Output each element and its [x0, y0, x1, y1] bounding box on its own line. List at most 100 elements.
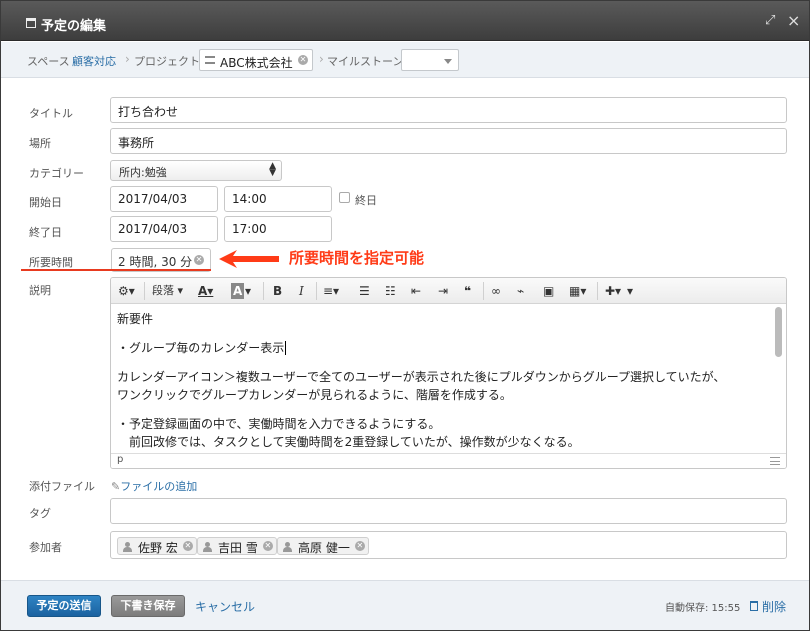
blockquote-icon[interactable]: ❝: [464, 283, 471, 299]
breadcrumb: スペース 顧客対応 › プロジェクト ABC株式会社 ✕ › マイルストーン: [1, 42, 809, 78]
numbered-list-icon[interactable]: ☷: [385, 283, 396, 299]
content-line: 前回改修では、タスクとして実働時間を2重登録していたが、操作数が少なくなる。: [117, 435, 580, 449]
editor-statusbar: p: [111, 453, 786, 468]
link-icon[interactable]: ∞: [491, 283, 501, 299]
project-value: ABC株式会社: [220, 56, 293, 70]
editor-content[interactable]: 新要件 ・グループ毎のカレンダー表示 カレンダーアイコン＞複数ユーザーで全てのユ…: [117, 310, 767, 462]
content-line: カレンダーアイコン＞複数ユーザーで全てのユーザーが表示された後にプルダウンからグ…: [117, 370, 726, 384]
more-dropdown-icon[interactable]: ▾: [627, 283, 633, 299]
title-field[interactable]: 打ち合わせ: [110, 97, 787, 123]
content-line: 新要件: [117, 312, 154, 326]
italic-icon[interactable]: I: [299, 283, 304, 299]
submit-event-button[interactable]: 予定の送信: [27, 595, 101, 617]
toolbar-divider: [263, 282, 264, 300]
category-value: 所内:勉強: [119, 166, 167, 179]
project-select[interactable]: ABC株式会社 ✕: [199, 49, 313, 71]
remove-participant-icon[interactable]: ✕: [262, 541, 273, 551]
dialog-titlebar: 予定の編集 ⤢ ×: [1, 1, 809, 41]
attachment-label: 添付ファイル: [29, 480, 95, 493]
remove-participant-icon[interactable]: ✕: [182, 541, 193, 551]
toolbar-divider: [597, 282, 598, 300]
toolbar-divider: [144, 282, 145, 300]
text-color-icon[interactable]: A▾: [198, 283, 213, 299]
annotation-text: 所要時間を指定可能: [289, 249, 425, 267]
allday-label: 終日: [355, 194, 377, 207]
end-label: 終了日: [29, 226, 62, 239]
remove-participant-icon[interactable]: ✕: [354, 541, 365, 551]
settings-dropdown-icon[interactable]: ⚙▾: [118, 283, 135, 299]
editor-toolbar: ⚙▾ 段落 ▾ A▾ A ▾ B I ≡▾ ☰ ☷ ⇤ ⇥ ❝ ∞ ⌁ ▣ ▦▾…: [111, 278, 786, 304]
outdent-icon[interactable]: ⇤: [411, 283, 421, 299]
content-paragraph: カレンダーアイコン＞複数ユーザーで全てのユーザーが表示された後にプルダウンからグ…: [117, 368, 767, 404]
indent-icon[interactable]: ⇥: [438, 283, 448, 299]
content-line: ・予定登録画面の中で、実働時間を入力できるようにする。: [117, 417, 441, 431]
chevron-right-icon: ›: [319, 52, 324, 66]
scroll-thumb[interactable]: [775, 307, 782, 357]
image-icon[interactable]: ▣: [543, 283, 554, 299]
save-draft-button[interactable]: 下書き保存: [111, 595, 185, 617]
start-date-field[interactable]: 2017/04/03: [110, 186, 218, 212]
user-icon: [283, 542, 292, 552]
category-select[interactable]: 所内:勉強 ▲ ▼: [110, 160, 282, 181]
place-field[interactable]: 事務所: [110, 128, 787, 154]
project-icon: [205, 56, 215, 64]
start-label: 開始日: [29, 196, 62, 209]
description-editor[interactable]: ⚙▾ 段落 ▾ A▾ A ▾ B I ≡▾ ☰ ☷ ⇤ ⇥ ❝ ∞ ⌁ ▣ ▦▾…: [110, 277, 787, 469]
project-label: プロジェクト: [134, 55, 200, 68]
toolbar-divider: [483, 282, 484, 300]
duration-label: 所要時間: [29, 256, 73, 269]
tag-field[interactable]: [110, 498, 787, 524]
bullet-list-icon[interactable]: ☰: [359, 283, 370, 299]
cancel-link[interactable]: キャンセル: [195, 598, 255, 615]
participants-label: 参加者: [29, 541, 62, 554]
content-line: ・グループ毎のカレンダー表示: [117, 341, 287, 355]
tag-label: タグ: [29, 507, 51, 520]
delete-link[interactable]: 削除: [762, 598, 786, 615]
participants-field[interactable]: 佐野 宏 ✕ 吉田 雪 ✕ 高原 健一 ✕: [110, 531, 787, 559]
highlight-dropdown-icon[interactable]: ▾: [245, 283, 251, 299]
element-path[interactable]: p: [117, 454, 123, 465]
trash-icon: [750, 601, 758, 611]
end-time-field[interactable]: 17:00: [224, 216, 332, 242]
dialog-footer: 予定の送信 下書き保存 キャンセル 自動保存: 15:55 削除: [1, 580, 809, 630]
participant-chip: 佐野 宏 ✕: [117, 537, 197, 555]
editor-scrollbar[interactable]: [775, 305, 783, 453]
participant-name: 高原 健一: [298, 541, 350, 555]
paragraph-format-dropdown[interactable]: 段落 ▾: [152, 283, 183, 299]
event-edit-dialog: 予定の編集 ⤢ × スペース 顧客対応 › プロジェクト ABC株式会社 ✕ ›…: [0, 0, 810, 631]
start-time-field[interactable]: 14:00: [224, 186, 332, 212]
table-dropdown-icon[interactable]: ▦▾: [569, 283, 586, 299]
description-label: 説明: [29, 284, 51, 297]
calendar-icon: [26, 18, 36, 28]
allday-checkbox[interactable]: [339, 192, 350, 203]
participant-name: 吉田 雪: [218, 541, 258, 555]
bold-icon[interactable]: B: [273, 283, 282, 299]
unlink-icon[interactable]: ⌁: [517, 283, 524, 299]
content-paragraph: ・予定登録画面の中で、実働時間を入力できるようにする。 前回改修では、タスクとし…: [117, 415, 767, 451]
resize-grip-icon[interactable]: [770, 457, 780, 465]
add-file-link[interactable]: ✎ファイルの追加: [111, 478, 197, 494]
clear-duration-icon[interactable]: ✕: [194, 255, 204, 265]
paperclip-icon: ✎: [111, 480, 121, 493]
duration-value: 2 時間, 30 分: [118, 255, 193, 269]
updown-icon: ▲ ▼: [269, 161, 276, 178]
chevron-down-icon: [444, 59, 452, 64]
title-label: タイトル: [29, 107, 73, 120]
highlight-color-icon[interactable]: A: [231, 283, 245, 299]
user-icon: [203, 542, 212, 552]
end-date-field[interactable]: 2017/04/03: [110, 216, 218, 242]
clear-project-icon[interactable]: ✕: [298, 55, 308, 65]
space-label: スペース: [27, 55, 70, 68]
content-line: ワンクリックでグループカレンダーが見られるように、階層を作成する。: [117, 388, 512, 402]
close-icon[interactable]: ×: [787, 11, 800, 30]
annotation-arrow-icon: [219, 250, 279, 268]
space-link[interactable]: 顧客対応: [72, 53, 116, 69]
participant-chip: 高原 健一 ✕: [277, 537, 369, 555]
milestone-select[interactable]: [401, 49, 459, 71]
plugin-dropdown-icon[interactable]: ✚▾: [605, 283, 621, 299]
align-dropdown-icon[interactable]: ≡▾: [323, 283, 339, 299]
chevron-right-icon: ›: [125, 52, 130, 66]
expand-icon[interactable]: ⤢: [765, 13, 775, 28]
participant-name: 佐野 宏: [138, 541, 178, 555]
user-icon: [123, 542, 132, 552]
